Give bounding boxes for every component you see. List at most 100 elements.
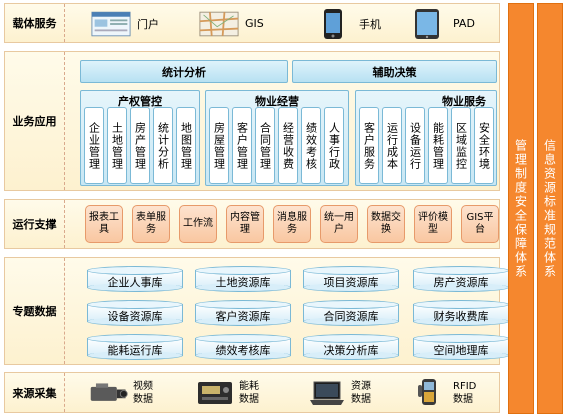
module-box: 地图管理 [176, 107, 196, 184]
data-store-cylinder: 设备资源库 [87, 300, 183, 326]
module-label: 区域监控 [454, 121, 468, 170]
group-property-service: 物业服务 客户服务 运行成本 设备运行 能耗管理 区域监控 安全环境 [355, 90, 497, 186]
module-box: 区域监控 [451, 107, 471, 184]
data-store-label: 设备资源库 [107, 310, 163, 323]
module-label: 土地管理 [110, 121, 124, 170]
module-label: 能耗管理 [431, 121, 445, 170]
source-energy: 能耗数据 [195, 376, 263, 410]
module-box: 能耗管理 [428, 107, 448, 184]
module-label: 地图管理 [179, 121, 193, 170]
data-store-label: 企业人事库 [107, 276, 163, 289]
data-store-label: 项目资源库 [323, 276, 379, 289]
source-label: 能耗数据 [239, 381, 259, 405]
module-box: 安全环境 [474, 107, 494, 184]
runtime-item: 内容管理 [226, 205, 264, 243]
source-layer: 来源采集 视频数据 能耗数据 资源数据 RFID数据 [4, 372, 500, 413]
group-property-operation: 物业经营 房屋管理 客户管理 合同管理 经营收费 绩效考核 人事行政 [205, 90, 349, 186]
laptop-icon [307, 378, 347, 408]
data-store-cylinder: 房产资源库 [413, 266, 509, 292]
data-store-label: 合同资源库 [323, 310, 379, 323]
group-property-control: 产权管控 企业管理 土地管理 房产管理 统计分析 地图管理 [80, 90, 200, 186]
data-store-cylinder: 土地资源库 [195, 266, 291, 292]
data-store-cylinder: 决策分析库 [303, 334, 399, 360]
module-box: 土地管理 [107, 107, 127, 184]
source-layer-label: 来源采集 [5, 373, 65, 412]
module-box: 统计分析 [153, 107, 173, 184]
standards-bar: 信息资源标准规范体系 [537, 3, 563, 414]
management-security-label: 管理制度安全保障体系 [513, 138, 528, 279]
standards-label: 信息资源标准规范体系 [542, 138, 557, 279]
runtime-item: 表单服务 [132, 205, 170, 243]
data-store-cylinder: 项目资源库 [303, 266, 399, 292]
module-label: 客户服务 [362, 121, 376, 170]
source-rfid: RFID数据 [409, 376, 477, 410]
runtime-item: 报表工具 [85, 205, 123, 243]
data-store-cylinder: 财务收费库 [413, 300, 509, 326]
module-box: 房产管理 [130, 107, 150, 184]
carrier-layer: 载体服务 门户 GIS 手机 PAD [4, 3, 500, 43]
source-label: RFID数据 [453, 381, 477, 405]
source-label: 资源数据 [351, 381, 371, 405]
source-video: 视频数据 [89, 376, 157, 410]
data-store-cylinder: 合同资源库 [303, 300, 399, 326]
runtime-item: 评价模型 [414, 205, 452, 243]
topic-layer-label: 专题数据 [5, 258, 65, 364]
carrier-portal: 门户 [91, 7, 159, 40]
runtime-layer: 运行支撑 报表工具 表单服务 工作流 内容管理 消息服务 统一用户 数据交换 评… [4, 199, 500, 249]
carrier-label: 门户 [137, 17, 159, 31]
data-store-label: 决策分析库 [323, 344, 379, 357]
runtime-item: GIS平台 [461, 205, 499, 243]
runtime-layer-label: 运行支撑 [5, 200, 65, 248]
meter-icon [195, 378, 235, 408]
module-box: 企业管理 [84, 107, 104, 184]
module-label: 房产管理 [133, 121, 147, 170]
map-icon [199, 9, 239, 39]
data-store-cylinder: 企业人事库 [87, 266, 183, 292]
statistics-analysis-bar: 统计分析 [80, 60, 288, 83]
data-store-label: 能耗运行库 [107, 344, 163, 357]
module-box: 人事行政 [324, 107, 344, 184]
carrier-gis: GIS [199, 7, 264, 40]
source-label: 视频数据 [133, 381, 153, 405]
runtime-item: 工作流 [179, 205, 217, 243]
carrier-mobile: 手机 [313, 7, 381, 40]
management-security-bar: 管理制度安全保障体系 [508, 3, 534, 414]
module-label: 经营收费 [281, 121, 295, 170]
carrier-layer-label: 载体服务 [5, 4, 65, 42]
module-label: 安全环境 [477, 121, 491, 170]
runtime-item: 消息服务 [273, 205, 311, 243]
module-box: 客户服务 [359, 107, 379, 184]
data-store-cylinder: 空间地理库 [413, 334, 509, 360]
decision-support-bar: 辅助决策 [292, 60, 497, 83]
tablet-icon [407, 8, 447, 39]
data-store-label: 客户资源库 [215, 310, 271, 323]
browser-window-icon [91, 9, 131, 39]
runtime-item: 数据交换 [367, 205, 405, 243]
data-store-cylinder: 客户资源库 [195, 300, 291, 326]
data-store-label: 财务收费库 [433, 310, 489, 323]
data-store-label: 绩效考核库 [215, 344, 271, 357]
module-box: 客户管理 [232, 107, 252, 184]
data-store-cylinder: 能耗运行库 [87, 334, 183, 360]
module-box: 运行成本 [382, 107, 402, 184]
module-label: 房屋管理 [212, 121, 226, 170]
module-box: 设备运行 [405, 107, 425, 184]
module-label: 运行成本 [385, 121, 399, 170]
module-box: 绩效考核 [301, 107, 321, 184]
module-label: 绩效考核 [304, 121, 318, 170]
module-box: 房屋管理 [209, 107, 229, 184]
module-label: 合同管理 [258, 121, 272, 170]
camera-icon [89, 378, 129, 408]
carrier-pad: PAD [407, 7, 475, 40]
data-store-cylinder: 绩效考核库 [195, 334, 291, 360]
module-box: 合同管理 [255, 107, 275, 184]
rfid-scanner-icon [409, 378, 449, 408]
module-label: 企业管理 [87, 121, 101, 170]
source-resource: 资源数据 [307, 376, 375, 410]
module-label: 客户管理 [235, 121, 249, 170]
module-box: 经营收费 [278, 107, 298, 184]
data-store-label: 土地资源库 [215, 276, 271, 289]
business-layer-label: 业务应用 [5, 52, 65, 190]
runtime-item: 统一用户 [320, 205, 358, 243]
carrier-label: 手机 [359, 17, 381, 31]
